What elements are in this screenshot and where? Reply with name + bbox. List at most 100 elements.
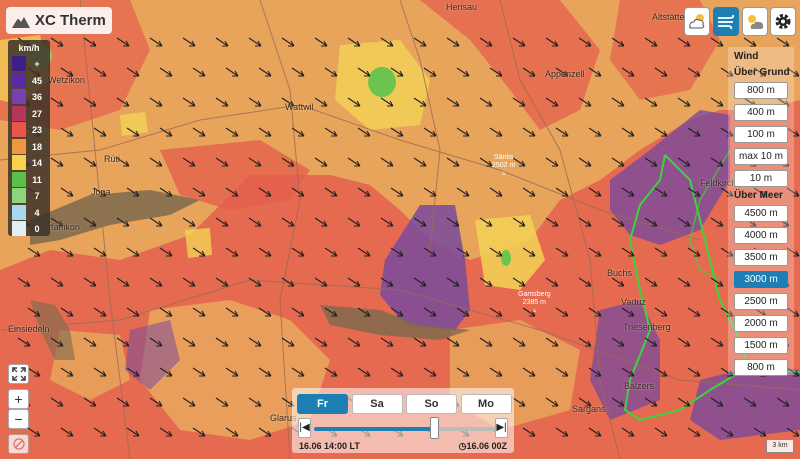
- app-title: XC Therm: [35, 12, 106, 29]
- legend-swatch: [12, 138, 26, 154]
- expand-icon: [11, 367, 26, 381]
- day-tab[interactable]: So: [406, 394, 457, 414]
- level-button[interactable]: 2500 m: [734, 293, 788, 310]
- peak-name: Säntis: [493, 154, 514, 161]
- gear-icon: [775, 14, 791, 29]
- level-button[interactable]: 800 m: [734, 82, 788, 99]
- peak-label: Gamsberg 2385 m ▵: [518, 291, 551, 315]
- level-button[interactable]: max 10 m: [734, 148, 788, 165]
- level-button[interactable]: 800 m: [734, 359, 788, 376]
- day-tab[interactable]: Mo: [460, 394, 512, 414]
- agl-group-title: Über Grund: [734, 67, 790, 78]
- legend-row: 14: [12, 155, 46, 170]
- place-label: Pfäffikon: [45, 222, 80, 232]
- skip-back-icon: |◀: [299, 422, 310, 433]
- disabled-layer-button[interactable]: [8, 434, 29, 454]
- step-forward-button[interactable]: ▶|: [495, 418, 508, 438]
- legend-row: 36: [12, 89, 46, 104]
- legend-row: +: [12, 56, 46, 71]
- wind-level-panel: Wind Über Grund 800 m 400 m 100 m max 10 m 1…: [728, 47, 794, 376]
- sun-cloud-icon: [748, 15, 764, 29]
- legend-label: 45: [31, 75, 42, 86]
- cloud-sun-icon: [689, 14, 705, 29]
- legend-label: 27: [31, 108, 42, 119]
- minus-icon: −: [14, 411, 23, 427]
- skip-forward-icon: ▶|: [496, 422, 507, 433]
- place-label: Sargans: [572, 404, 606, 414]
- place-label: Einsiedeln: [8, 324, 50, 334]
- step-back-button[interactable]: |◀: [298, 418, 311, 438]
- place-label: Appenzell: [545, 69, 585, 79]
- place-label: Herisau: [446, 2, 478, 12]
- legend-label: 23: [31, 125, 42, 135]
- day-tab[interactable]: Sa: [351, 394, 403, 414]
- local-time-label: 16.06 14:00 LT: [299, 441, 360, 451]
- panel-title: Wind: [734, 51, 759, 62]
- zoom-out-button[interactable]: −: [8, 409, 29, 429]
- amsl-group-title: Über Meer: [734, 190, 783, 201]
- zoom-in-button[interactable]: +: [8, 389, 29, 409]
- legend-swatch: [12, 221, 26, 236]
- wind-zone: [368, 67, 396, 97]
- level-button[interactable]: 400 m: [734, 104, 788, 121]
- legend-label: 7: [34, 191, 40, 201]
- weather-layer-button[interactable]: [742, 7, 768, 36]
- fullscreen-button[interactable]: [8, 364, 29, 384]
- level-button[interactable]: 100 m: [734, 126, 788, 143]
- legend-label: +: [34, 59, 40, 69]
- wind-speed-legend: km/h +45 36 27 23 18 14 11 7 4 0: [8, 40, 50, 236]
- level-button[interactable]: 1500 m: [734, 337, 788, 354]
- legend-row: 11: [12, 171, 46, 187]
- legend-label: 4: [34, 207, 40, 218]
- place-label: Vaduz: [621, 297, 646, 307]
- legend-label: 14: [31, 158, 42, 168]
- model-run-label: ◷16.06 00Z: [458, 441, 507, 451]
- legend-label: 18: [31, 141, 42, 152]
- layer-toolbar: [684, 7, 796, 38]
- crossed-out-icon: [12, 438, 25, 450]
- time-slider-handle[interactable]: [429, 417, 439, 439]
- place-label: Rüti: [104, 154, 121, 164]
- legend-row: 0: [12, 221, 46, 236]
- legend-title: km/h: [18, 43, 40, 53]
- legend-row: 4: [12, 204, 46, 220]
- wind-zone: [501, 250, 511, 266]
- place-label: Balzers: [624, 381, 655, 391]
- time-track-fill: [314, 427, 434, 431]
- level-button[interactable]: 4500 m: [734, 205, 788, 222]
- legend-label: 0: [34, 224, 40, 234]
- legend-label: 11: [32, 174, 42, 185]
- forecast-layer-button[interactable]: [684, 7, 710, 36]
- app-logo: XC Therm: [6, 7, 112, 34]
- place-label: Wetzikon: [48, 75, 85, 85]
- legend-label: 36: [31, 92, 42, 102]
- level-button[interactable]: 3500 m: [734, 249, 788, 266]
- legend-row: 45: [12, 72, 46, 88]
- place-label: Jona: [91, 187, 111, 197]
- level-button[interactable]: 10 m: [734, 170, 788, 187]
- legend-row: 27: [12, 105, 46, 121]
- legend-row: 23: [12, 122, 46, 137]
- wind-layer-button[interactable]: [713, 7, 739, 36]
- peak-marker-icon: ▵: [532, 307, 537, 314]
- legend-swatch: [12, 171, 26, 187]
- day-tab[interactable]: Fr: [297, 394, 348, 414]
- level-button[interactable]: 4000 m: [734, 227, 788, 244]
- peak-marker-icon: ▵: [501, 170, 506, 177]
- legend-swatch: [12, 122, 26, 137]
- time-slider-panel: Fr Sa So Mo |◀ ▶| 16.06 14:00 LT ◷16.06 00Z: [292, 388, 514, 453]
- map-scale: 3 km: [766, 440, 794, 453]
- peak-name: Gamsberg: [518, 291, 551, 298]
- wind-zone: [185, 228, 212, 258]
- level-button[interactable]: 2000 m: [734, 315, 788, 332]
- time-track[interactable]: [314, 427, 498, 431]
- wind-icon: [718, 14, 735, 30]
- place-label: Buchs: [607, 268, 633, 278]
- peak-label: Säntis 2502 m ▵: [492, 154, 515, 178]
- legend-swatch: [12, 56, 26, 71]
- legend-row: 7: [12, 188, 46, 203]
- legend-swatch: [12, 105, 26, 121]
- settings-button[interactable]: [770, 7, 796, 36]
- legend-swatch: [12, 204, 26, 220]
- level-button[interactable]: 3000 m: [734, 271, 788, 288]
